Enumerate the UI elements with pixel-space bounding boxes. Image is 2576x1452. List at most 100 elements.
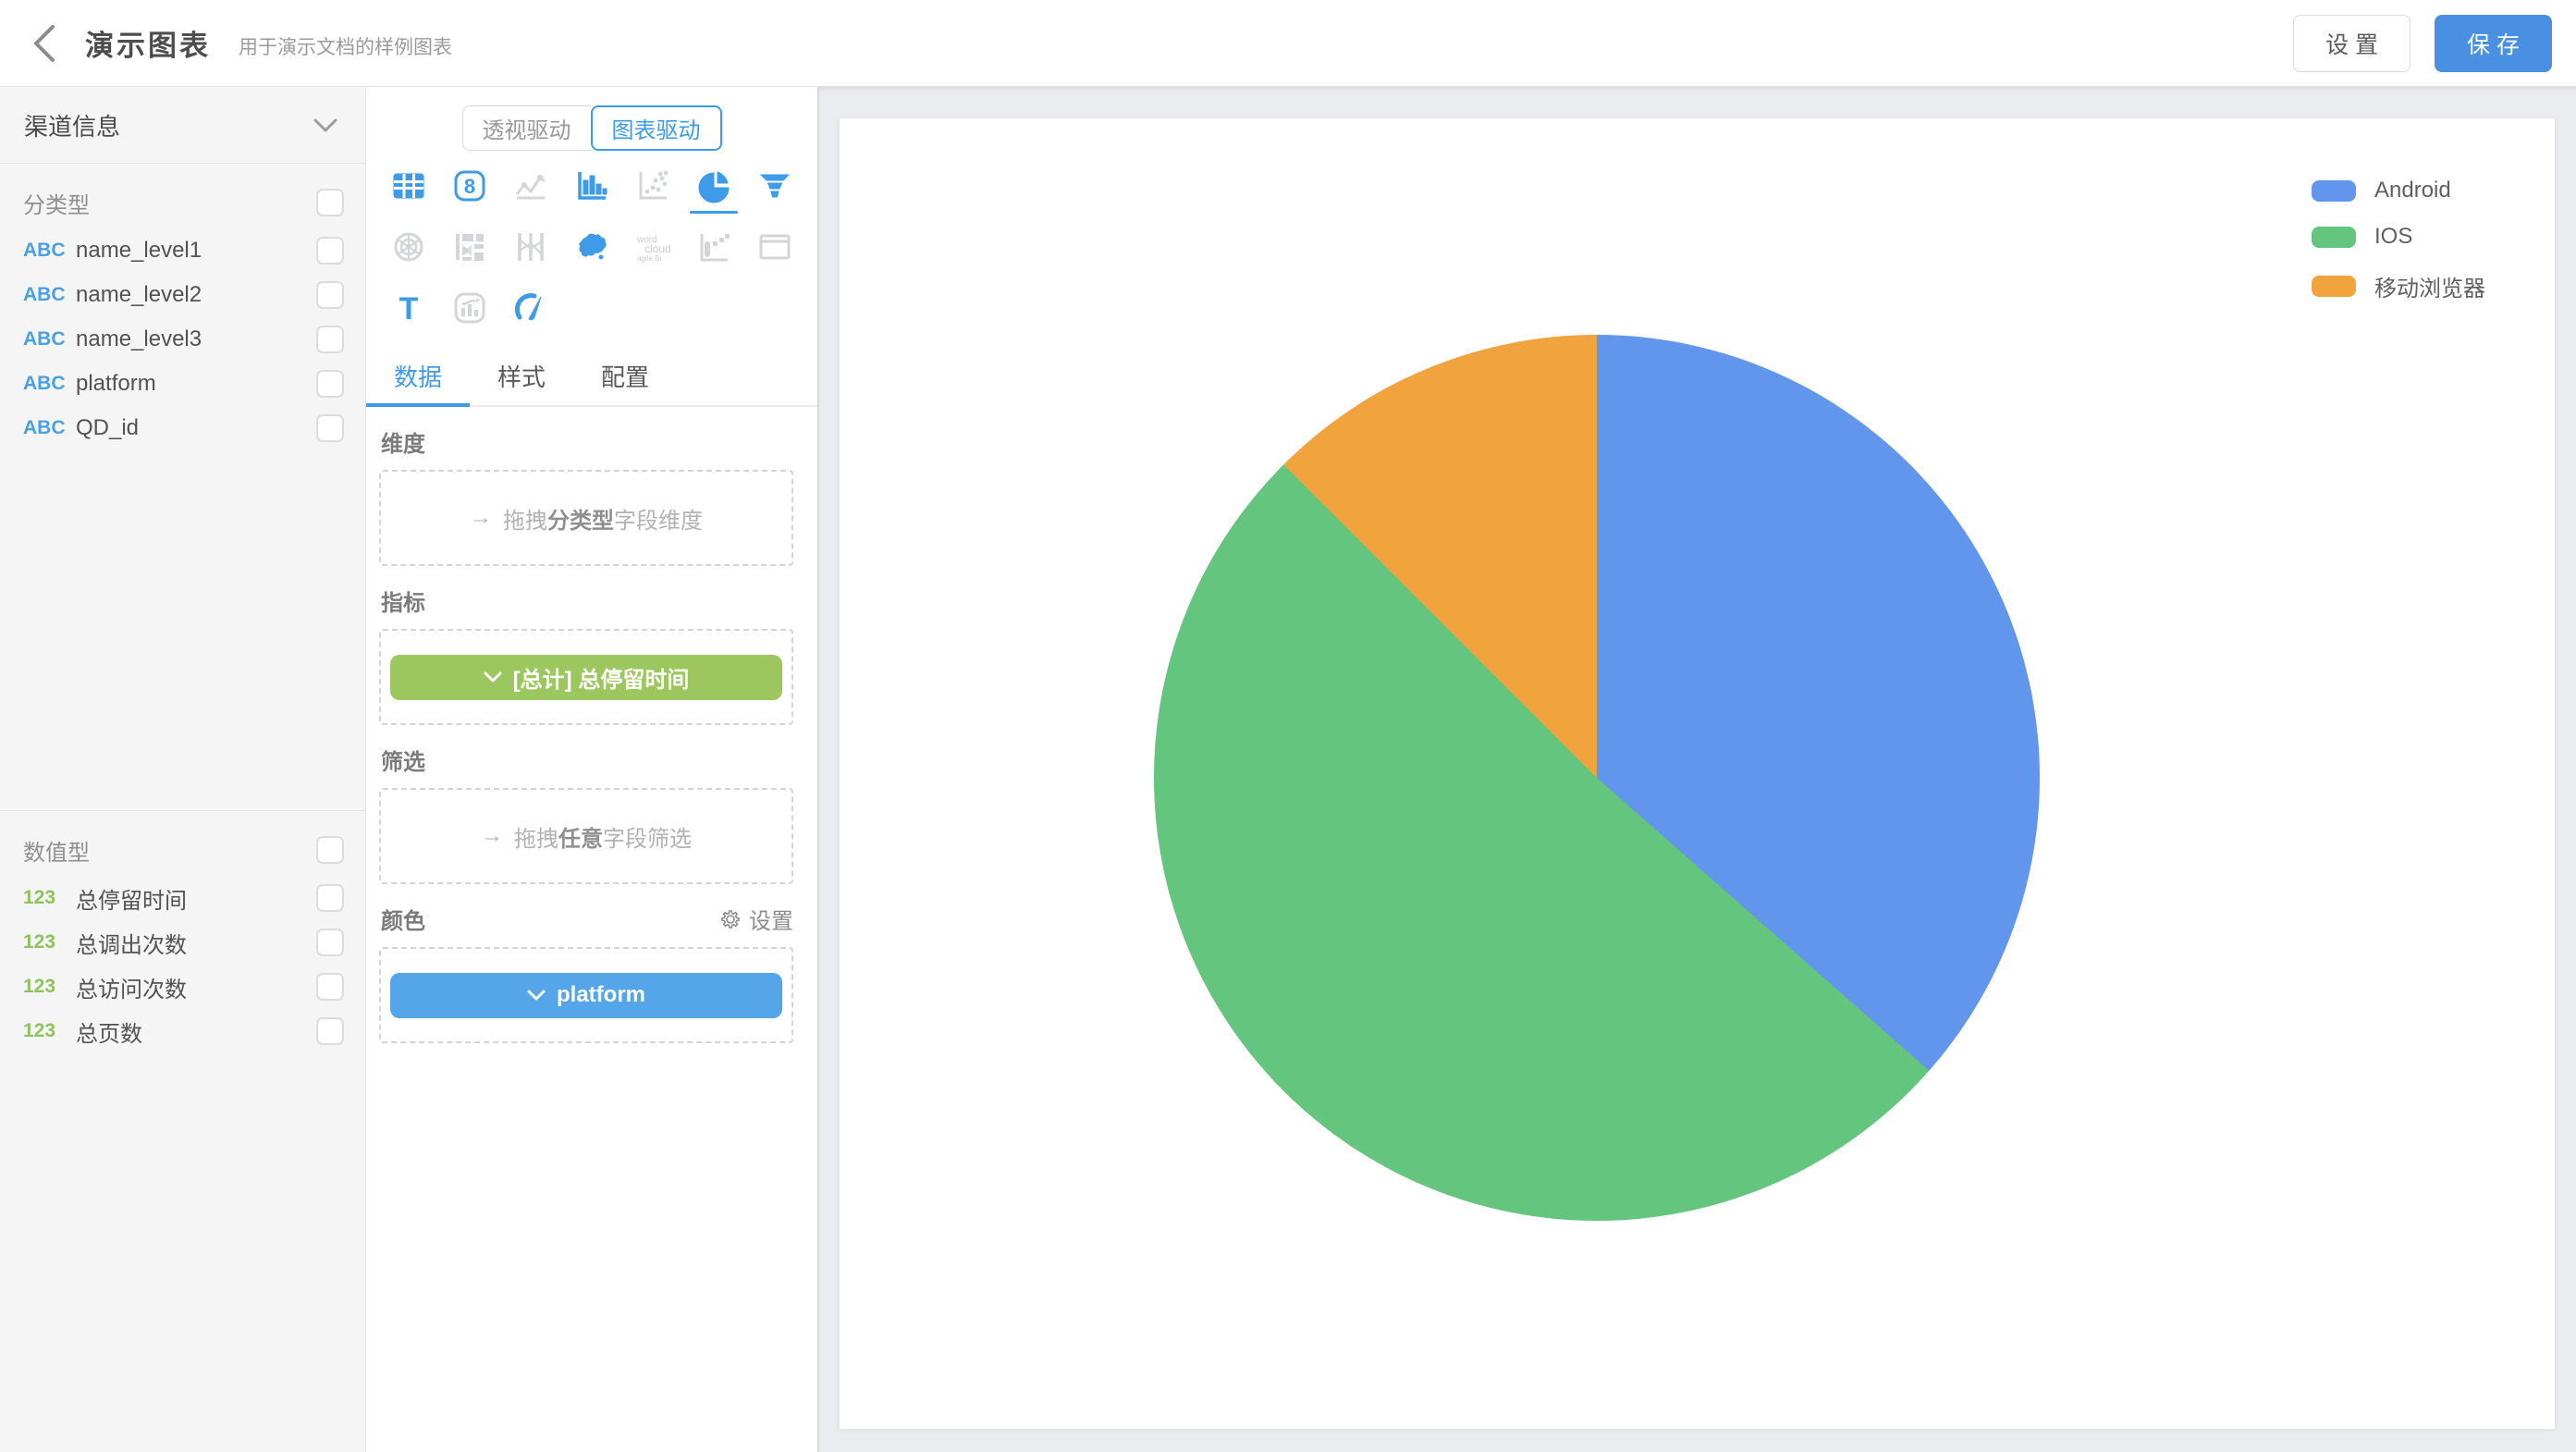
field-name: 总页数	[76, 1015, 142, 1048]
field-checkbox[interactable]	[316, 326, 344, 353]
chart-type-grid: 8	[366, 155, 817, 338]
settings-button[interactable]: 设 置	[2293, 15, 2410, 72]
numeric-field-group: 数值型 123 总停留时间 123 总调出次数 123 总访问次数	[0, 811, 365, 1053]
metric-section-label: 指标	[381, 584, 793, 617]
pie-chart[interactable]	[1154, 335, 2040, 1221]
bi-chart-editor: 演示图表 用于演示文档的样例图表 设 置 保 存 渠道信息 分类型 ABC	[0, 0, 2576, 1452]
field-row[interactable]: ABC name_level2	[0, 273, 365, 317]
field-row[interactable]: 123 总页数	[0, 1009, 365, 1053]
flow-table-icon[interactable]	[439, 216, 500, 277]
legend-label: Android	[2374, 178, 2451, 203]
field-name: name_level1	[76, 238, 202, 264]
svg-text:cloud: cloud	[644, 242, 671, 255]
filter-placeholder: → 拖拽任意字段筛选	[481, 820, 692, 853]
dimension-dropzone[interactable]: → 拖拽分类型字段维度	[379, 470, 793, 566]
color-dropzone[interactable]: platform	[379, 947, 793, 1043]
chart-canvas: Android IOS 移动浏览器	[819, 87, 2576, 1452]
number-type-badge: 123	[23, 976, 76, 998]
page-title: 演示图表	[85, 22, 211, 64]
color-settings-button[interactable]: 设置	[719, 903, 793, 935]
text-icon[interactable]: T	[378, 277, 439, 338]
string-type-badge: ABC	[23, 328, 76, 351]
pie-chart-icon[interactable]	[683, 155, 744, 216]
numeric-group-header: 数值型	[0, 824, 365, 876]
main: 渠道信息 分类型 ABC name_level1 ABC name_level	[0, 87, 2576, 1452]
field-name: 总停留时间	[76, 882, 187, 915]
field-checkbox[interactable]	[316, 237, 344, 265]
dataset-name: 渠道信息	[24, 108, 120, 142]
field-checkbox[interactable]	[316, 884, 344, 912]
filter-dropzone[interactable]: → 拖拽任意字段筛选	[379, 788, 793, 884]
metric-dropzone[interactable]: [总计] 总停留时间	[379, 629, 793, 725]
number-type-badge: 123	[23, 887, 76, 909]
pivot-driven-toggle[interactable]: 透视驱动	[462, 105, 591, 151]
number-type-badge: 123	[23, 931, 76, 954]
arrow-right-icon: →	[481, 823, 503, 849]
field-name: platform	[76, 371, 156, 397]
rich-chart-icon[interactable]	[439, 277, 500, 338]
number-card-icon[interactable]: 8	[439, 155, 500, 216]
field-name: name_level2	[76, 282, 202, 308]
back-button[interactable]	[24, 16, 65, 71]
data-tab-sections: 维度 → 拖拽分类型字段维度 指标 [总计] 总停留时间	[366, 407, 817, 1452]
field-checkbox[interactable]	[316, 370, 344, 398]
numeric-select-all-checkbox[interactable]	[316, 836, 344, 864]
funnel-chart-icon[interactable]	[744, 155, 805, 216]
categorical-select-all-checkbox[interactable]	[316, 189, 344, 216]
gauge-icon[interactable]	[500, 277, 561, 338]
chevron-down-icon	[313, 111, 337, 140]
legend-swatch	[2312, 227, 2356, 248]
legend-item[interactable]: 移动浏览器	[2312, 270, 2485, 302]
wordcloud-icon[interactable]: wordcloudagile Bi	[622, 216, 683, 277]
legend-label: IOS	[2374, 224, 2412, 250]
iframe-icon[interactable]	[744, 216, 805, 277]
tab-settings[interactable]: 配置	[573, 350, 677, 405]
categorical-group-header: 分类型	[0, 177, 365, 228]
svg-text:agile Bi: agile Bi	[637, 254, 661, 263]
legend-swatch	[2312, 276, 2356, 297]
table-icon[interactable]	[378, 155, 439, 216]
scatter-chart-icon[interactable]	[622, 155, 683, 216]
field-checkbox[interactable]	[316, 1017, 344, 1045]
china-map-icon[interactable]	[561, 216, 622, 277]
field-row[interactable]: ABC platform	[0, 362, 365, 406]
dataset-sidebar: 渠道信息 分类型 ABC name_level1 ABC name_level	[0, 87, 366, 1452]
bar-chart-icon[interactable]	[561, 155, 622, 216]
waterfall-chart-icon[interactable]	[683, 216, 744, 277]
line-chart-icon[interactable]	[500, 155, 561, 216]
field-row[interactable]: 123 总停留时间	[0, 876, 365, 920]
tab-data[interactable]: 数据	[366, 350, 470, 405]
arrow-right-icon: →	[470, 505, 492, 531]
field-name: name_level3	[76, 326, 202, 352]
page-subtitle: 用于演示文档的样例图表	[239, 32, 452, 60]
field-checkbox[interactable]	[316, 281, 344, 309]
radar-chart-icon[interactable]	[378, 216, 439, 277]
field-checkbox[interactable]	[316, 414, 344, 442]
legend-label: 移动浏览器	[2374, 270, 2485, 302]
dataset-selector[interactable]: 渠道信息	[0, 87, 365, 164]
tab-style[interactable]: 样式	[470, 350, 573, 405]
chart-config-panel: 透视驱动 图表驱动 8	[366, 87, 819, 1452]
field-row[interactable]: 123 总访问次数	[0, 965, 365, 1009]
field-checkbox[interactable]	[316, 973, 344, 1001]
legend-swatch	[2312, 180, 2356, 202]
svg-text:T: T	[399, 291, 419, 326]
legend-item[interactable]: Android	[2312, 178, 2485, 203]
field-row[interactable]: ABC name_level3	[0, 317, 365, 362]
field-row[interactable]: ABC name_level1	[0, 228, 365, 273]
number-type-badge: 123	[23, 1020, 76, 1042]
chevron-left-icon	[31, 23, 58, 64]
field-checkbox[interactable]	[316, 929, 344, 956]
parallel-chart-icon[interactable]	[500, 216, 561, 277]
field-name: 总调出次数	[76, 927, 187, 959]
field-row[interactable]: ABC QD_id	[0, 406, 365, 450]
save-button[interactable]: 保 存	[2435, 15, 2552, 72]
dimension-placeholder: → 拖拽分类型字段维度	[470, 502, 703, 535]
metric-pill[interactable]: [总计] 总停留时间	[390, 655, 782, 700]
field-row[interactable]: 123 总调出次数	[0, 920, 365, 965]
string-type-badge: ABC	[23, 284, 76, 306]
legend-item[interactable]: IOS	[2312, 224, 2485, 250]
color-pill[interactable]: platform	[390, 973, 782, 1018]
chart-driven-toggle[interactable]: 图表驱动	[591, 105, 722, 151]
categorical-group-label: 分类型	[23, 187, 90, 219]
